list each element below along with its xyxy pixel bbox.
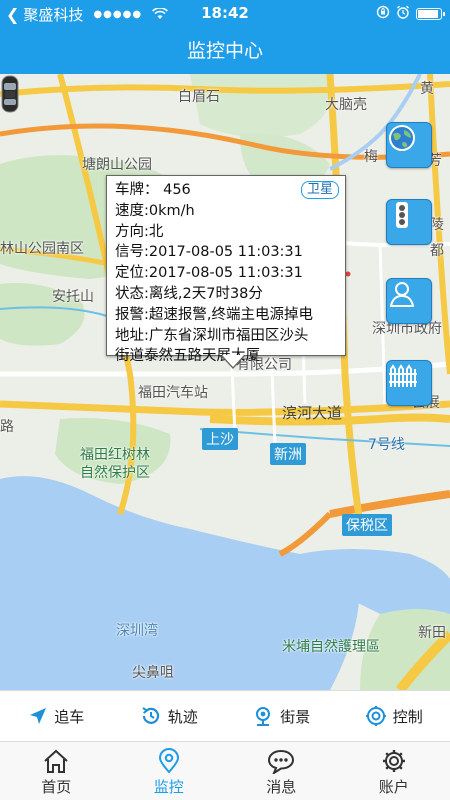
globe-icon — [389, 125, 415, 151]
follow-car-label: 追车 — [54, 707, 85, 726]
control-label: 控制 — [392, 707, 423, 726]
map-label-futian-station: 福田汽车站 — [138, 385, 208, 401]
battery-icon — [416, 8, 445, 20]
camera-icon — [256, 707, 271, 726]
navigate-arrow-icon — [30, 708, 47, 724]
history-icon — [142, 707, 159, 724]
location-pin-icon — [158, 748, 179, 774]
tab-home-label: 首页 — [41, 778, 72, 796]
fence-icon — [389, 364, 417, 387]
tab-messages[interactable]: 消息 — [225, 742, 338, 800]
street-view-label: 街景 — [280, 707, 311, 726]
gear-icon — [382, 750, 405, 772]
map-label-shangsha: 上沙 — [202, 428, 238, 450]
home-icon — [44, 749, 68, 773]
tab-account[interactable]: 账户 — [338, 742, 450, 800]
tab-monitor-label: 监控 — [153, 778, 184, 796]
positioning-mode-badge: 卫星 — [300, 181, 339, 199]
map-label-futian-forest-1: 福田红树林 — [80, 447, 150, 463]
control-button[interactable]: 控制 — [338, 691, 450, 741]
location-time-line: 定位:2017-08-05 11:03:31 — [115, 265, 303, 282]
action-bar: 追车 轨迹 街景 控制 — [0, 690, 450, 742]
rotation-lock-icon — [376, 5, 390, 23]
map-label-tanglang: 塘朗山公园 — [82, 157, 152, 173]
person-icon — [389, 282, 415, 307]
map-label-baishiling: 白眉石 — [178, 89, 220, 105]
track-button[interactable]: 轨迹 — [113, 691, 226, 741]
map-label-antuo: 安托山 — [52, 289, 94, 305]
map-label-danaoke: 大脑壳 — [325, 97, 367, 113]
tab-home[interactable]: 首页 — [0, 742, 113, 800]
map-label-baoshui: 保税区 — [342, 514, 392, 536]
map-base — [0, 74, 450, 690]
page-title: 监控中心 — [0, 28, 450, 74]
tab-bar: 首页 监控 消息 账户 — [0, 742, 450, 800]
state-line: 状态:离线,2天7时38分 — [115, 285, 263, 302]
person-location-button[interactable] — [386, 278, 432, 324]
map-label-line7: 7号线 — [368, 437, 405, 453]
map-label-park-south: 林山公园南区 — [0, 241, 84, 257]
map-label-xintian: 新田 — [418, 625, 446, 641]
tab-account-label: 账户 — [378, 778, 409, 796]
map-label-ling: 陵 — [430, 217, 444, 233]
map-label-huang: 黄 — [420, 81, 434, 97]
alarm-line: 报警:超速报警,终端主电源掉电 — [115, 306, 313, 323]
map-label-mei: 梅 — [364, 149, 378, 165]
traffic-button[interactable] — [386, 199, 432, 245]
map-label-binhe: 滨河大道 — [282, 404, 343, 422]
track-label: 轨迹 — [167, 707, 198, 726]
signal-time-line: 信号:2017-08-05 11:03:31 — [115, 244, 303, 261]
map-label-xinzhou: 新洲 — [270, 443, 306, 465]
address-line-1: 地址:广东省深圳市福田区沙头 — [115, 327, 309, 344]
street-view-button[interactable]: 街景 — [225, 691, 338, 741]
map-label-futian-forest-2: 自然保护区 — [80, 465, 150, 481]
address-line-2: 街道泰然五路天展大厦 — [115, 348, 260, 365]
control-icon — [365, 706, 386, 726]
map-label-shenzhen-bay: 深圳湾 — [116, 623, 158, 639]
chat-icon — [268, 749, 295, 774]
geofence-button[interactable] — [386, 360, 432, 406]
traffic-light-icon — [396, 202, 408, 228]
map-label-mipu: 米埔自然護理區 — [282, 639, 380, 655]
status-bar: ❮ 聚盛科技 ●●●●● 18:42 — [0, 0, 450, 28]
follow-car-button[interactable]: 追车 — [0, 691, 113, 741]
map-label-du: 都 — [430, 243, 444, 259]
alarm-icon — [396, 5, 410, 23]
map-view[interactable]: 白眉石 大脑壳 塘朗山公园 林山公园南区 安托山 福田汽车站 有限公司 福田红树… — [0, 74, 450, 690]
map-label-jianbizui: 尖鼻咀 — [132, 665, 174, 681]
speed-line: 速度:0km/h — [115, 202, 195, 219]
map-layer-button[interactable] — [386, 122, 432, 168]
car-marker-icon[interactable] — [0, 74, 20, 114]
map-label-lu: 路 — [0, 419, 14, 435]
tab-messages-label: 消息 — [266, 778, 297, 796]
tab-monitor[interactable]: 监控 — [113, 742, 226, 800]
direction-line: 方向:北 — [115, 223, 164, 240]
vehicle-info-popup[interactable]: 卫星 车牌： 456 速度:0km/h 方向:北 信号:2017-08-05 1… — [106, 175, 346, 369]
